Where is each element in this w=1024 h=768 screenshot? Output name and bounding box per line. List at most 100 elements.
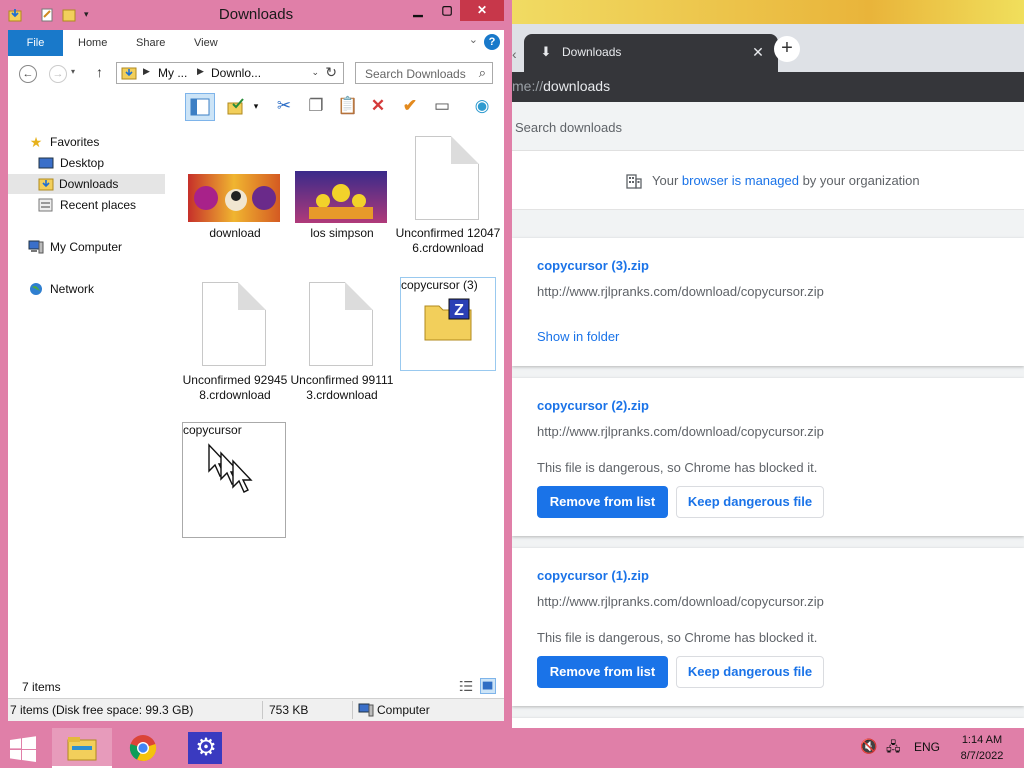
rename-check-icon[interactable]: ✔ bbox=[398, 94, 422, 118]
blank-document-icon bbox=[202, 282, 266, 366]
volume-muted-icon[interactable]: 🔇 bbox=[860, 738, 877, 755]
file-caption: Unconfirmed 929458.crdownload bbox=[182, 373, 288, 402]
new-tab-button[interactable]: + bbox=[774, 36, 800, 62]
share-globe-icon[interactable]: ◉ bbox=[470, 94, 494, 118]
breadcrumb-separator[interactable]: ▶ bbox=[143, 66, 150, 77]
download-filename[interactable]: copycursor (1).zip bbox=[537, 568, 649, 583]
download-filename[interactable]: copycursor (3).zip bbox=[537, 258, 649, 273]
status-divider bbox=[262, 701, 263, 719]
blank-document-icon bbox=[309, 282, 373, 366]
blank-document-icon bbox=[415, 136, 479, 220]
clock-time: 1:14 AM bbox=[961, 734, 1003, 746]
url-main: downloads bbox=[543, 78, 611, 94]
refresh-icon[interactable]: ↻ bbox=[325, 64, 337, 81]
file-caption: Unconfirmed 991113.crdownload bbox=[290, 373, 394, 402]
language-indicator[interactable]: ENG bbox=[914, 740, 940, 754]
downloads-search-bar[interactable]: Search downloads bbox=[512, 102, 1024, 151]
paste-icon[interactable]: 📋 bbox=[336, 94, 360, 118]
download-filename[interactable]: copycursor (2).zip bbox=[537, 398, 649, 413]
nav-desktop-label: Desktop bbox=[60, 156, 105, 170]
properties-check-icon[interactable] bbox=[224, 94, 248, 118]
network-status-icon[interactable]: 🖧 bbox=[886, 738, 901, 760]
forward-button[interactable]: → bbox=[49, 65, 67, 83]
properties-dropdown-icon[interactable]: ▾ bbox=[250, 94, 262, 118]
zip-archive-icon: Z bbox=[424, 298, 472, 341]
download-url[interactable]: http://www.rjlpranks.com/download/copycu… bbox=[537, 424, 824, 439]
image-thumbnail bbox=[188, 174, 280, 222]
remove-from-list-button[interactable]: Remove from list bbox=[537, 656, 668, 688]
explorer-window: ▾ Downloads ▁ ▢ ✕ File Home Share View ⌄… bbox=[0, 0, 512, 728]
path-dropdown-icon[interactable]: ⌄ bbox=[311, 67, 319, 78]
nav-downloads[interactable]: Downloads bbox=[8, 174, 165, 194]
building-icon bbox=[626, 174, 642, 189]
maximize-button[interactable]: ▢ bbox=[434, 0, 460, 21]
address-path[interactable]: ▶ My ... ▶ Downlo... ⌄ ↻ bbox=[116, 62, 344, 84]
breadcrumb-downloads[interactable]: Downlo... bbox=[211, 66, 261, 80]
search-input[interactable]: Search Downloads ⌕ bbox=[355, 62, 493, 84]
up-arrow-icon[interactable]: ↑ bbox=[96, 64, 103, 80]
svg-text:Z: Z bbox=[454, 302, 464, 319]
file-item-copycursor-3[interactable]: Z copycursor (3) bbox=[400, 277, 496, 371]
download-url[interactable]: http://www.rjlpranks.com/download/copycu… bbox=[537, 284, 824, 299]
expand-ribbon-icon[interactable]: ⌄ bbox=[469, 33, 478, 46]
details-view-icon[interactable] bbox=[458, 678, 474, 694]
pane-layout-icon bbox=[190, 98, 210, 116]
nav-desktop[interactable]: Desktop bbox=[38, 153, 158, 173]
taskbar-file-explorer[interactable] bbox=[52, 728, 112, 768]
nav-my-computer[interactable]: My Computer bbox=[28, 237, 158, 257]
tab-file[interactable]: File bbox=[8, 30, 63, 56]
managed-link[interactable]: browser is managed bbox=[682, 173, 799, 188]
breadcrumb-separator[interactable]: ▶ bbox=[197, 66, 204, 77]
tab-share[interactable]: Share bbox=[136, 30, 165, 56]
cut-icon[interactable]: ✂ bbox=[272, 94, 296, 118]
taskbar-chrome[interactable] bbox=[114, 728, 174, 768]
file-item-los-simpson[interactable]: los simpson bbox=[289, 164, 395, 244]
nav-recent-label: Recent places bbox=[60, 198, 137, 212]
nav-recent-places[interactable]: Recent places bbox=[38, 195, 158, 215]
copy-icon[interactable]: ❐ bbox=[304, 94, 328, 118]
file-item-crdownload[interactable]: Unconfirmed 120476.crdownload bbox=[395, 132, 501, 282]
file-item-crdownload[interactable]: Unconfirmed 929458.crdownload bbox=[182, 280, 288, 420]
network-globe-icon bbox=[28, 281, 44, 297]
large-icons-view-icon[interactable] bbox=[480, 678, 496, 694]
back-button[interactable]: ← bbox=[19, 65, 37, 83]
file-item-crdownload[interactable]: Unconfirmed 991113.crdownload bbox=[289, 280, 395, 420]
navigation-pane-button[interactable] bbox=[185, 93, 215, 121]
ribbon: File Home Share View ⌄ ? bbox=[8, 30, 504, 57]
nav-network-label: Network bbox=[50, 282, 95, 296]
recent-locations-icon[interactable]: ▾ bbox=[71, 67, 75, 76]
start-windows-icon[interactable] bbox=[8, 736, 38, 762]
managed-message: Your browser is managed by your organiza… bbox=[652, 173, 920, 188]
download-card: copycursor (2).zip http://www.rjlpranks.… bbox=[512, 378, 1024, 536]
keep-dangerous-file-button[interactable]: Keep dangerous file bbox=[676, 486, 824, 518]
download-card: copycursor (3).zip http://www.rjlpranks.… bbox=[512, 238, 1024, 366]
file-item-download[interactable]: download bbox=[182, 164, 288, 244]
show-in-folder-link[interactable]: Show in folder bbox=[537, 329, 619, 344]
taskbar-settings[interactable]: ⚙ bbox=[176, 728, 236, 768]
nav-network[interactable]: Network bbox=[28, 279, 158, 299]
status-location: Computer bbox=[377, 703, 430, 717]
download-url[interactable]: http://www.rjlpranks.com/download/copycu… bbox=[537, 594, 824, 609]
breadcrumb-my-computer[interactable]: My ... bbox=[158, 66, 187, 80]
address-bar[interactable]: me://downloads bbox=[512, 72, 1024, 102]
status-divider bbox=[352, 701, 353, 719]
keep-dangerous-file-button[interactable]: Keep dangerous file bbox=[676, 656, 824, 688]
clock[interactable]: 1:14 AM 8/7/2022 bbox=[948, 732, 1016, 764]
tab-home[interactable]: Home bbox=[78, 30, 107, 56]
url-text: me://downloads bbox=[512, 78, 610, 94]
help-icon[interactable]: ? bbox=[484, 34, 500, 50]
remove-from-list-button[interactable]: Remove from list bbox=[537, 486, 668, 518]
delete-icon[interactable]: ✕ bbox=[366, 94, 390, 118]
close-button[interactable]: ✕ bbox=[460, 0, 504, 21]
tab-view[interactable]: View bbox=[194, 30, 218, 56]
desktop-icon bbox=[38, 155, 54, 171]
file-item-copycursor[interactable]: copycursor bbox=[182, 422, 286, 538]
minimize-button[interactable]: ▁ bbox=[405, 0, 431, 21]
clock-date: 8/7/2022 bbox=[960, 750, 1004, 762]
tab-downloads[interactable]: ⬇ Downloads ✕ bbox=[524, 34, 778, 72]
close-tab-icon[interactable]: ✕ bbox=[748, 42, 768, 62]
nav-favorites[interactable]: ★ Favorites bbox=[28, 132, 158, 152]
file-caption: download bbox=[209, 226, 261, 240]
move-to-icon[interactable]: ▭ bbox=[430, 94, 454, 118]
title-bar[interactable]: ▾ Downloads ▁ ▢ ✕ bbox=[0, 0, 512, 30]
